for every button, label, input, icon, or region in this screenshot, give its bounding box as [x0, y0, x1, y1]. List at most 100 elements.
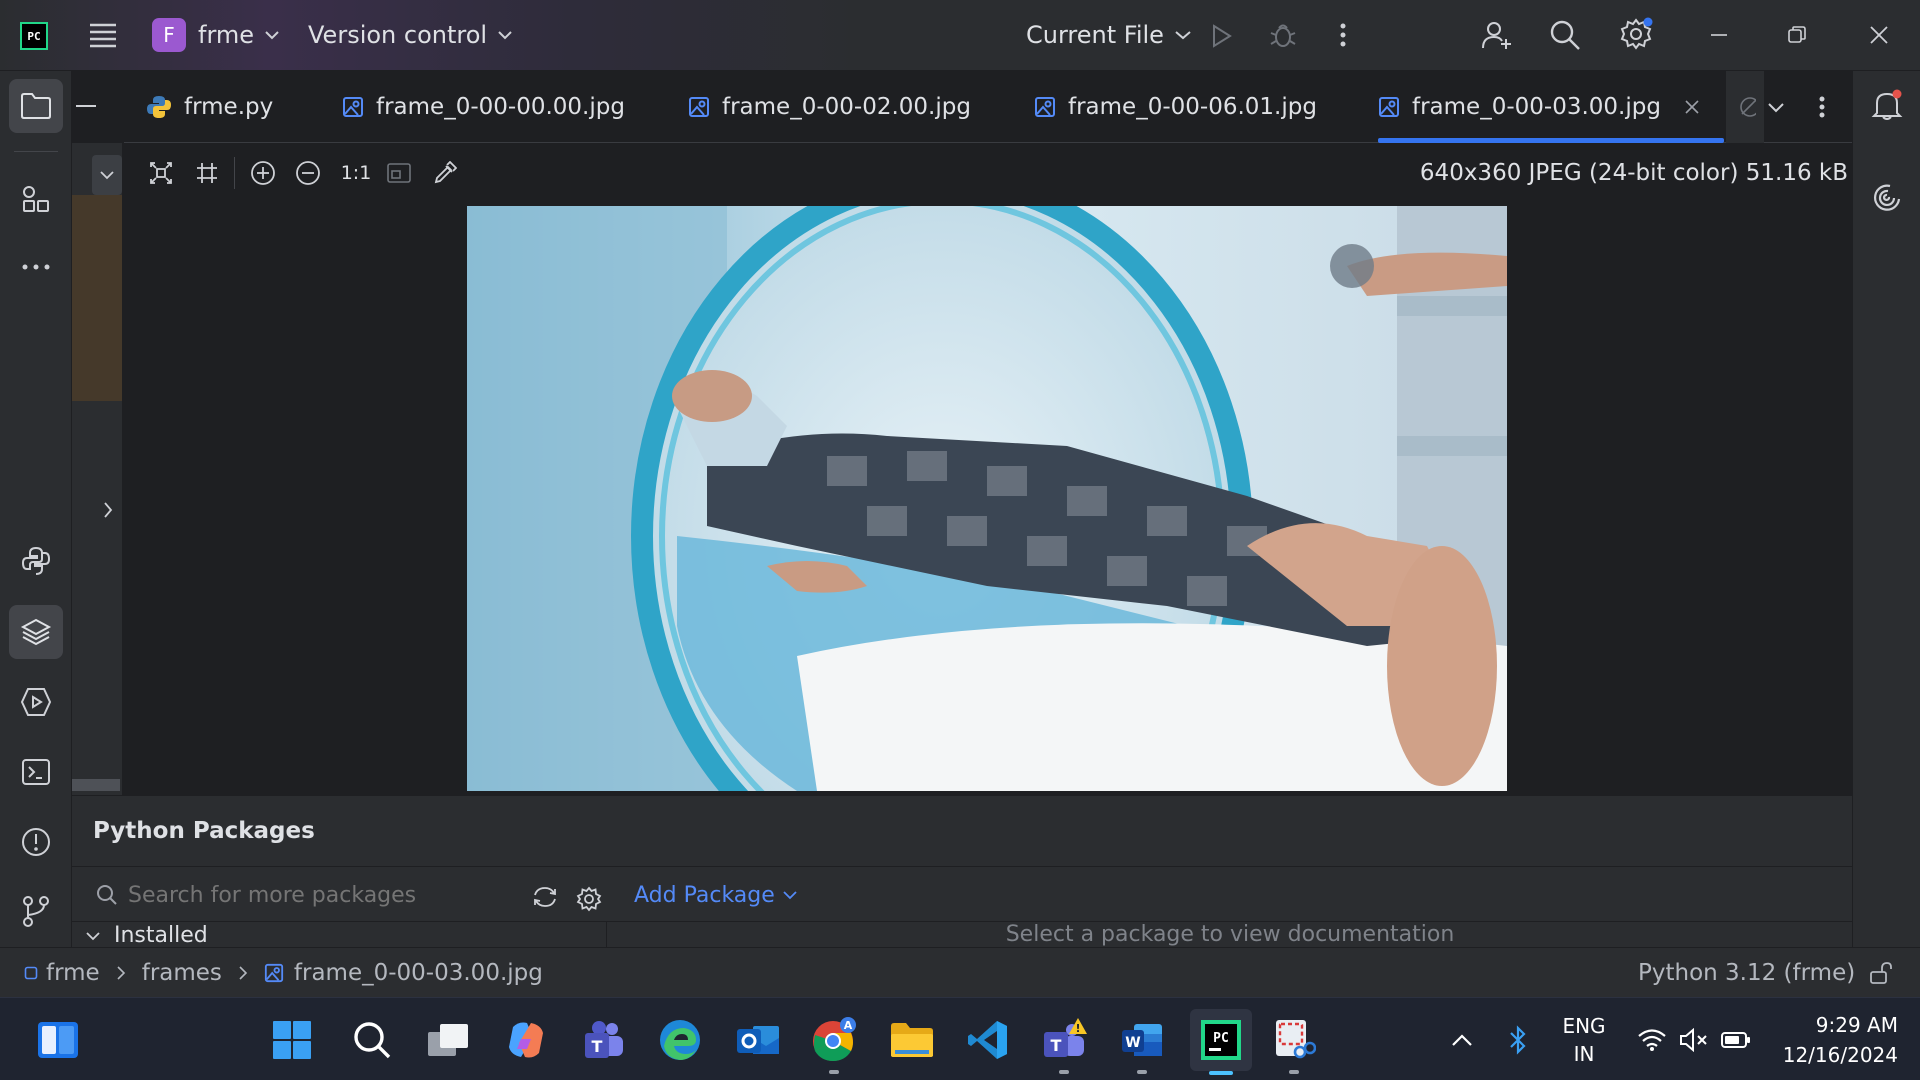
search-icon[interactable] [344, 1012, 400, 1068]
windows-taskbar: T A T! W PC ENG IN 9:29 AM 12/16/2024 [0, 997, 1920, 1080]
breadcrumb: frme frames frame_0-00-03.00.jpg [24, 948, 543, 998]
tab-list-chevron-icon[interactable] [1758, 89, 1794, 125]
project-widget[interactable]: F frme [152, 16, 280, 54]
project-tool-button[interactable] [9, 79, 63, 133]
packages-title: Python Packages [93, 818, 315, 844]
word-icon[interactable]: W [1114, 1012, 1170, 1074]
project-badge: F [152, 18, 186, 52]
chrome-icon[interactable]: A [806, 1012, 862, 1074]
debug-icon[interactable] [1266, 18, 1300, 52]
file-explorer-icon[interactable] [884, 1012, 940, 1068]
running-indicator [1289, 1070, 1299, 1074]
problems-icon[interactable] [16, 822, 56, 862]
running-indicator [829, 1070, 839, 1074]
more-actions-icon[interactable] [1326, 18, 1360, 52]
search-icon[interactable] [1546, 16, 1584, 54]
input-language[interactable]: ENG IN [1556, 1012, 1612, 1068]
expand-chevron-icon[interactable] [98, 495, 118, 525]
copilot-icon[interactable] [498, 1012, 554, 1068]
actual-size-button[interactable]: 1:1 [336, 156, 376, 190]
breadcrumb-item[interactable]: frames [142, 960, 222, 986]
python-packages-tool-button[interactable] [9, 605, 63, 659]
svg-text:A: A [844, 1019, 853, 1032]
run-config-label: Current File [1026, 21, 1164, 49]
vscode-icon[interactable] [960, 1012, 1016, 1068]
teams-classic-icon[interactable]: T! [1036, 1012, 1092, 1074]
bluetooth-icon[interactable] [1502, 1022, 1534, 1058]
refresh-icon[interactable] [528, 880, 562, 914]
snipping-tool-icon[interactable] [1266, 1012, 1322, 1074]
start-icon[interactable] [264, 1012, 320, 1068]
edge-icon[interactable] [652, 1012, 708, 1068]
run-config-selector[interactable]: Current File [1026, 16, 1192, 54]
add-package-button[interactable]: Add Package [634, 876, 797, 914]
scrollbar-thumb[interactable] [72, 779, 120, 791]
git-icon[interactable] [16, 891, 56, 931]
color-picker-icon[interactable] [428, 156, 462, 190]
tab-frame-0-00-00[interactable]: frame_0-00-00.00.jpg [342, 71, 625, 143]
svg-text:PC: PC [1213, 1031, 1229, 1046]
services-icon[interactable] [16, 682, 56, 722]
version-control-menu[interactable]: Version control [308, 16, 513, 54]
tab-frame-0-00-02[interactable]: frame_0-00-02.00.jpg [688, 71, 971, 143]
main-menu-icon[interactable] [86, 18, 120, 52]
tab-frame-0-00-06[interactable]: frame_0-00-06.01.jpg [1034, 71, 1317, 143]
teams-icon[interactable]: T [574, 1012, 630, 1068]
tab-label: frame_0-00-02.00.jpg [722, 94, 971, 120]
run-icon[interactable] [1206, 20, 1238, 52]
settings-icon[interactable] [572, 882, 606, 916]
battery-icon[interactable] [1718, 1022, 1754, 1058]
volume-muted-icon[interactable] [1676, 1022, 1712, 1058]
notifications-icon[interactable] [1867, 85, 1907, 125]
settings-icon[interactable] [1616, 14, 1656, 54]
terminal-icon[interactable] [16, 752, 56, 792]
tab-more-icon[interactable] [1804, 89, 1840, 125]
status-bar: frme frames frame_0-00-03.00.jpg Python … [0, 947, 1920, 997]
selection-highlight [72, 195, 122, 401]
outlook-icon[interactable] [730, 1012, 786, 1068]
code-with-me-icon[interactable] [1478, 16, 1516, 54]
hide-panel-icon[interactable] [76, 105, 96, 107]
show-hidden-icons-icon[interactable] [1446, 1024, 1478, 1056]
task-view-icon[interactable] [420, 1012, 476, 1068]
image-info: 640x360 JPEG (24-bit color) 51.16 kB [1419, 160, 1848, 186]
breadcrumb-item[interactable]: frame_0-00-03.00.jpg [294, 960, 543, 986]
close-icon[interactable] [1862, 18, 1896, 52]
wifi-icon[interactable] [1634, 1022, 1670, 1058]
right-tool-window-bar [1852, 71, 1920, 947]
tab-label: frame_0-00-00.00.jpg [376, 94, 625, 120]
chevron-down-icon [1175, 31, 1191, 40]
pycharm-logo-icon[interactable]: PC [20, 22, 48, 50]
structure-icon[interactable] [16, 179, 56, 219]
panel-divider [72, 866, 1852, 867]
toolbar-divider [234, 157, 235, 189]
lock-icon[interactable] [1866, 958, 1896, 988]
python-console-icon[interactable] [16, 541, 56, 581]
python-file-icon [147, 96, 171, 118]
fit-window-icon[interactable] [382, 156, 416, 190]
package-search-input[interactable] [128, 876, 468, 914]
interpreter-selector[interactable]: Python 3.12 (frme) [1638, 948, 1855, 998]
ai-assistant-icon[interactable] [1867, 177, 1907, 217]
tab-frme-py[interactable]: frme.py [146, 71, 273, 143]
widgets-icon[interactable] [30, 1012, 86, 1068]
svg-text:W: W [1125, 1035, 1140, 1051]
clock[interactable]: 9:29 AM 12/16/2024 [1764, 1010, 1898, 1070]
collapse-chevron-icon[interactable] [92, 155, 122, 195]
restore-icon[interactable] [1780, 18, 1814, 52]
minimize-icon[interactable] [1702, 18, 1736, 52]
breadcrumb-item[interactable]: frme [46, 960, 100, 986]
close-tab-icon[interactable] [1685, 100, 1699, 114]
pane-splitter[interactable] [606, 921, 607, 948]
pycharm-taskbar-icon[interactable]: PC [1190, 1009, 1252, 1075]
tab-frame-0-00-03-active[interactable]: frame_0-00-03.00.jpg [1378, 71, 1724, 143]
image-preview[interactable] [467, 206, 1507, 791]
image-editor-toolbar: 1:1 640x360 JPEG (24-bit color) 51.16 kB [124, 143, 1852, 203]
zoom-out-icon[interactable] [291, 156, 325, 190]
project-panel [72, 71, 124, 923]
zoom-in-icon[interactable] [246, 156, 280, 190]
installed-group[interactable]: Installed [86, 924, 208, 948]
more-tools-icon[interactable] [16, 247, 56, 287]
grid-toggle-icon[interactable] [190, 156, 224, 190]
fit-zoom-icon[interactable] [144, 156, 178, 190]
